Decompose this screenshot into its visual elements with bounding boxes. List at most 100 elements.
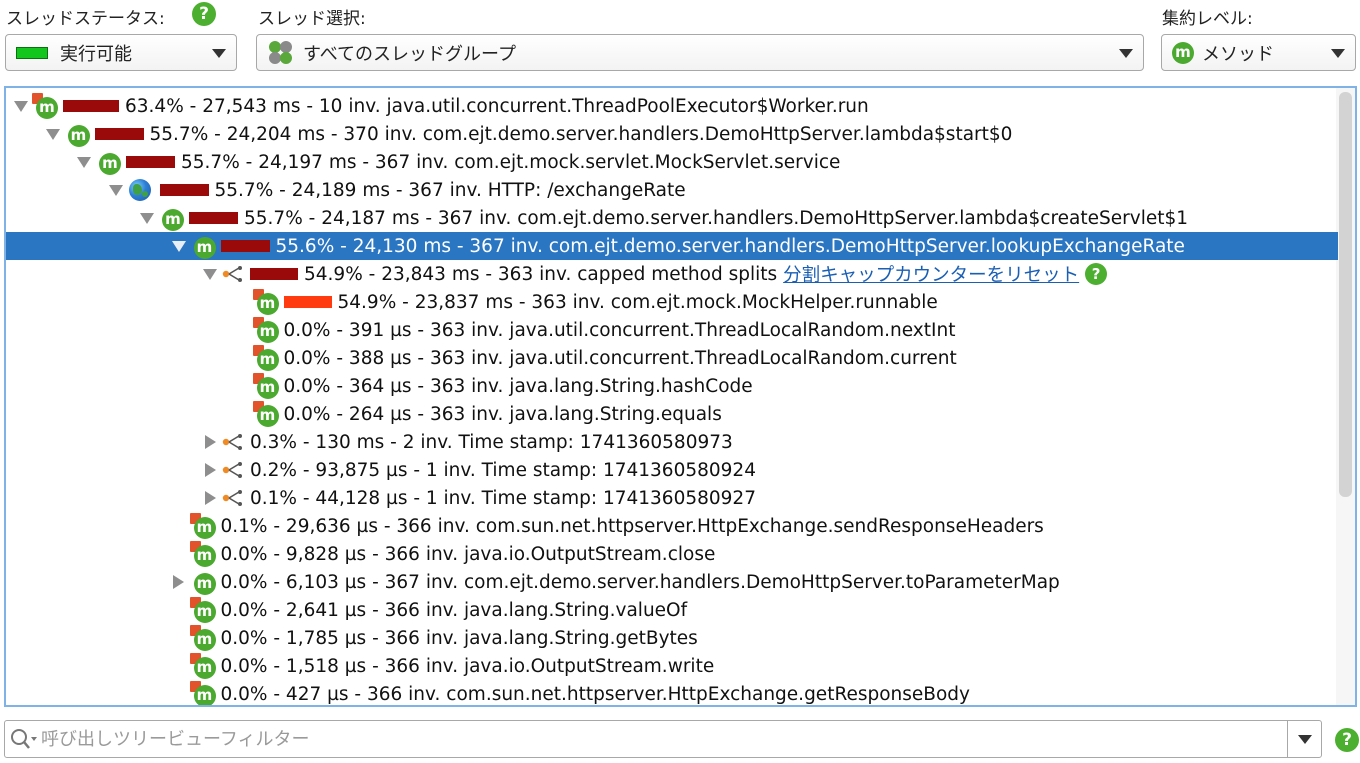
tree-row[interactable]: m 55.7% - 24,204 ms - 370 inv. com.ejt.de… bbox=[6, 120, 1338, 148]
expand-toggle-icon[interactable] bbox=[203, 463, 217, 477]
tree-row[interactable]: m 0.0% - 364 µs - 363 inv. java.lang.Stri… bbox=[6, 372, 1338, 400]
call-tree-filter bbox=[4, 720, 1322, 758]
tree-row[interactable]: m 0.0% - 6,103 µs - 367 inv. com.ejt.demo… bbox=[6, 568, 1338, 596]
expand-toggle-icon[interactable] bbox=[203, 435, 217, 449]
scrollbar-thumb[interactable] bbox=[1339, 92, 1352, 497]
expand-toggle-icon[interactable] bbox=[172, 575, 186, 589]
tree-row-label: 55.7% - 24,189 ms - 367 inv. HTTP: /exch… bbox=[214, 179, 686, 201]
tree-row-label: 54.9% - 23,837 ms - 363 inv. com.ejt.moc… bbox=[337, 291, 938, 313]
tree-row[interactable]: m 0.0% - 264 µs - 363 inv. java.lang.Stri… bbox=[6, 400, 1338, 428]
filter-input[interactable] bbox=[39, 723, 1287, 755]
method-icon: m bbox=[252, 401, 279, 427]
method-icon: m bbox=[95, 149, 121, 175]
globe-icon bbox=[128, 179, 151, 201]
method-icon: m bbox=[189, 513, 216, 539]
tree-row-label: 55.7% - 24,187 ms - 367 inv. com.ejt.dem… bbox=[244, 207, 1189, 229]
tree-row-label: 55.7% - 24,204 ms - 370 inv. com.ejt.dem… bbox=[149, 123, 1013, 145]
tree-row[interactable]: m 0.0% - 388 µs - 363 inv. java.util.conc… bbox=[6, 344, 1338, 372]
aggregation-level-value: メソッド bbox=[1202, 43, 1274, 65]
call-tree[interactable]: m 63.4% - 27,543 ms - 10 inv. java.util.c… bbox=[4, 86, 1357, 707]
method-icon: m bbox=[190, 233, 216, 259]
tree-row[interactable]: m 0.0% - 1,785 µs - 366 inv. java.lang.St… bbox=[6, 624, 1338, 652]
method-icon: m bbox=[189, 625, 216, 651]
search-icon[interactable] bbox=[5, 727, 39, 751]
method-split-icon bbox=[222, 490, 242, 506]
tree-row-label: 0.0% - 391 µs - 363 inv. java.util.concu… bbox=[283, 319, 956, 341]
vertical-scrollbar[interactable] bbox=[1336, 88, 1355, 705]
time-percentage-bar bbox=[189, 212, 238, 224]
runnable-color-swatch bbox=[16, 46, 48, 59]
tree-row-label: 0.2% - 93,875 µs - 1 inv. Time stamp: 17… bbox=[250, 459, 756, 481]
filter-help-icon[interactable]: ? bbox=[1335, 728, 1359, 752]
collapse-toggle-icon[interactable] bbox=[140, 212, 154, 224]
expand-toggle-icon[interactable] bbox=[203, 491, 217, 505]
time-percentage-bar bbox=[159, 184, 209, 196]
tree-row-label: 0.0% - 1,518 µs - 366 inv. java.io.Outpu… bbox=[220, 655, 715, 677]
tree-row-label: 0.0% - 9,828 µs - 366 inv. java.io.Outpu… bbox=[220, 543, 716, 565]
tree-row-label: 55.6% - 24,130 ms - 367 inv. com.ejt.dem… bbox=[275, 235, 1185, 257]
method-icon: m bbox=[252, 289, 279, 315]
tree-row[interactable]: 55.7% - 24,189 ms - 367 inv. HTTP: /exch… bbox=[6, 176, 1338, 204]
tree-row[interactable]: m 0.0% - 2,641 µs - 366 inv. java.lang.St… bbox=[6, 596, 1338, 624]
method-icon: m bbox=[252, 373, 279, 399]
time-percentage-bar bbox=[126, 156, 175, 168]
method-split-icon bbox=[222, 462, 242, 478]
filter-history-dropdown[interactable] bbox=[1287, 721, 1321, 757]
tree-row-label: 0.0% - 427 µs - 366 inv. com.sun.net.htt… bbox=[220, 683, 971, 705]
chevron-down-icon bbox=[1119, 49, 1133, 58]
thread-select-label: スレッド選択: bbox=[258, 9, 366, 29]
tree-row[interactable]: m 0.0% - 427 µs - 366 inv. com.sun.net.ht… bbox=[6, 680, 1338, 705]
collapse-toggle-icon[interactable] bbox=[77, 156, 91, 168]
thread-group-icon bbox=[267, 40, 295, 66]
thread-select-value: すべてのスレッドグループ bbox=[303, 43, 516, 65]
method-icon: m bbox=[252, 345, 279, 371]
thread-status-help-icon[interactable]: ? bbox=[192, 2, 216, 26]
tree-row-label: 0.0% - 364 µs - 363 inv. java.lang.Strin… bbox=[283, 375, 753, 397]
tree-row[interactable]: 54.9% - 23,843 ms - 363 inv. capped meth… bbox=[6, 260, 1338, 288]
method-icon: m bbox=[1172, 41, 1194, 64]
tree-row-label: 0.1% - 44,128 µs - 1 inv. Time stamp: 17… bbox=[250, 487, 756, 509]
thread-status-label: スレッドステータス: bbox=[6, 9, 165, 29]
tree-row[interactable]: m 55.7% - 24,187 ms - 367 inv. com.ejt.de… bbox=[6, 204, 1338, 232]
tree-row-label: 0.0% - 388 µs - 363 inv. java.util.concu… bbox=[283, 347, 957, 369]
tree-row[interactable]: 0.3% - 130 ms - 2 inv. Time stamp: 17413… bbox=[6, 428, 1338, 456]
method-icon: m bbox=[64, 121, 90, 147]
tree-row[interactable]: 0.1% - 44,128 µs - 1 inv. Time stamp: 17… bbox=[6, 484, 1338, 512]
method-icon: m bbox=[32, 93, 58, 119]
thread-status-dropdown[interactable]: 実行可能 bbox=[5, 34, 237, 71]
time-percentage-bar bbox=[220, 240, 270, 252]
time-percentage-bar bbox=[63, 100, 119, 112]
tree-row[interactable]: m 55.7% - 24,197 ms - 367 inv. com.ejt.mo… bbox=[6, 148, 1338, 176]
method-icon: m bbox=[190, 569, 216, 595]
tree-row-label: 54.9% - 23,843 ms - 363 inv. capped meth… bbox=[304, 263, 778, 285]
collapse-toggle-icon[interactable] bbox=[14, 100, 28, 112]
tree-row-label: 0.3% - 130 ms - 2 inv. Time stamp: 17413… bbox=[250, 431, 733, 453]
tree-row[interactable]: m 0.0% - 1,518 µs - 366 inv. java.io.Outp… bbox=[6, 652, 1338, 680]
tree-row-label: 0.0% - 1,785 µs - 366 inv. java.lang.Str… bbox=[220, 627, 698, 649]
tree-row-label: 0.0% - 2,641 µs - 366 inv. java.lang.Str… bbox=[220, 599, 688, 621]
time-percentage-bar bbox=[94, 128, 144, 140]
collapse-toggle-icon[interactable] bbox=[45, 128, 60, 140]
tree-row[interactable]: m 0.1% - 29,636 µs - 366 inv. com.sun.net… bbox=[6, 512, 1338, 540]
chevron-down-icon bbox=[212, 49, 226, 58]
aggregation-level-label: 集約レベル: bbox=[1162, 9, 1253, 29]
reset-split-counter-link[interactable]: 分割キャップカウンターをリセット bbox=[783, 261, 1079, 287]
tree-row[interactable]: m 0.0% - 391 µs - 363 inv. java.util.conc… bbox=[6, 316, 1338, 344]
aggregation-level-dropdown[interactable]: m メソッド bbox=[1161, 34, 1356, 71]
method-icon: m bbox=[158, 205, 184, 231]
tree-row[interactable]: m 63.4% - 27,543 ms - 10 inv. java.util.c… bbox=[6, 92, 1338, 120]
collapse-toggle-icon[interactable] bbox=[108, 184, 123, 196]
thread-select-dropdown[interactable]: すべてのスレッドグループ bbox=[256, 34, 1144, 71]
tree-row-label: 0.0% - 6,103 µs - 367 inv. com.ejt.demo.… bbox=[220, 571, 1060, 593]
chevron-down-icon bbox=[1331, 49, 1345, 58]
split-help-icon[interactable]: ? bbox=[1085, 263, 1108, 285]
tree-row-label: 0.0% - 264 µs - 363 inv. java.lang.Strin… bbox=[283, 403, 722, 425]
tree-row-label: 63.4% - 27,543 ms - 10 inv. java.util.co… bbox=[125, 95, 869, 117]
tree-row[interactable]: m 54.9% - 23,837 ms - 363 inv. com.ejt.mo… bbox=[6, 288, 1338, 316]
collapse-toggle-icon[interactable] bbox=[203, 268, 217, 280]
collapse-toggle-icon[interactable] bbox=[171, 240, 186, 252]
tree-row[interactable]: m 0.0% - 9,828 µs - 366 inv. java.io.Outp… bbox=[6, 540, 1338, 568]
tree-row[interactable]: 0.2% - 93,875 µs - 1 inv. Time stamp: 17… bbox=[6, 456, 1338, 484]
method-icon: m bbox=[189, 541, 216, 567]
tree-row[interactable]: m 55.6% - 24,130 ms - 367 inv. com.ejt.de… bbox=[6, 232, 1338, 260]
